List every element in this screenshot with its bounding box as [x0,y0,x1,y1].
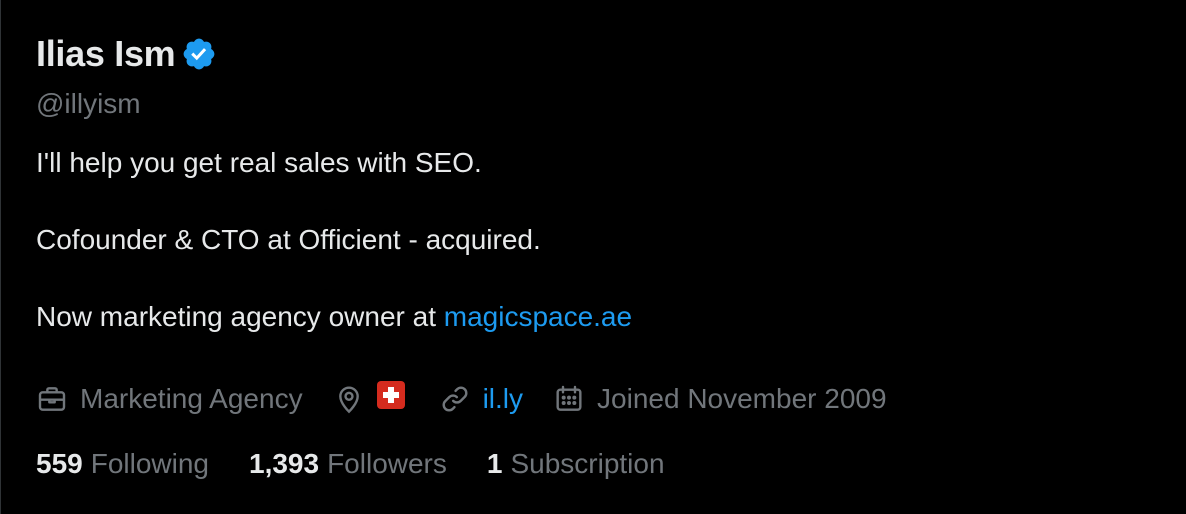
following-link[interactable]: 559 Following [36,448,209,480]
following-label: Following [90,448,209,479]
profile-stats: 559 Following 1,393 Followers 1 Subscrip… [36,444,705,484]
joined-label: Joined November 2009 [597,383,887,414]
joined-item: Joined November 2009 [553,383,887,415]
bio-line-2: Cofounder & CTO at Officient - acquired. [36,224,541,255]
bio-line-3-text: Now marketing agency owner at [36,301,444,332]
left-border [0,0,1,514]
verified-badge-icon[interactable] [181,36,217,72]
followers-label: Followers [327,448,447,479]
briefcase-icon [36,383,68,415]
profile-header: Ilias Ism @illyism I'll help you get rea… [36,30,1166,336]
name-row: Ilias Ism [36,30,1166,78]
category-label: Marketing Agency [80,383,303,414]
category-item: Marketing Agency [36,383,303,415]
bio-line-1: I'll help you get real sales with SEO. [36,147,482,178]
calendar-icon [553,383,585,415]
display-name: Ilias Ism [36,33,176,74]
bio: I'll help you get real sales with SEO. C… [36,144,1166,336]
bio-website-link[interactable]: magicspace.ae [444,301,632,332]
website-item: il.ly [439,383,523,415]
followers-link[interactable]: 1,393 Followers [249,448,447,480]
location-item [333,381,409,415]
website-link[interactable]: il.ly [483,383,523,415]
following-count: 559 [36,448,83,479]
followers-count: 1,393 [249,448,320,479]
subscriptions-label: Subscription [510,448,665,479]
swiss-flag-icon [376,381,405,409]
location-pin-icon [333,383,365,415]
link-icon [439,383,471,415]
handle: @illyism [36,88,141,119]
bio-line-3: Now marketing agency owner at magicspace… [36,298,1166,336]
profile-meta: Marketing Agency il.ly Joined November 2… [36,378,917,420]
subscriptions-count: 1 [486,448,503,479]
subscriptions-link[interactable]: 1 Subscription [487,448,665,480]
